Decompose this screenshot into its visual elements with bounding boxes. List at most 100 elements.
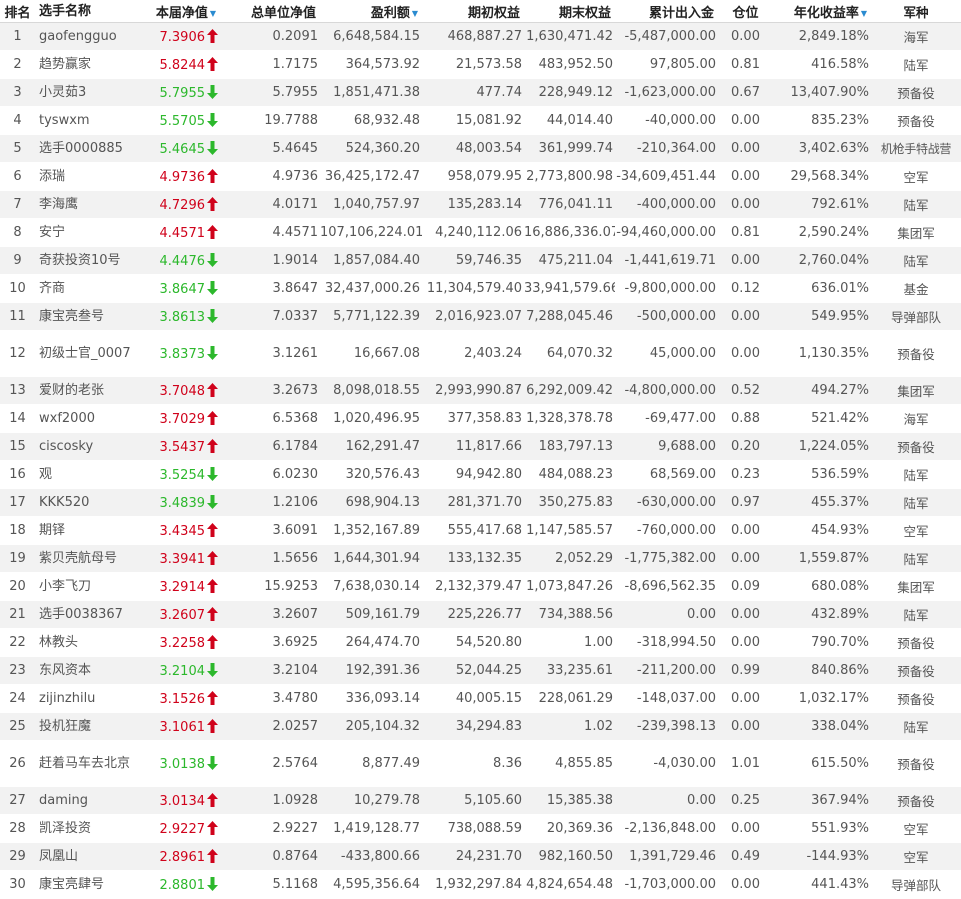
rank-cell: 1: [0, 22, 35, 51]
unit-nav-cell: 7.0337: [220, 302, 320, 331]
player-name-link[interactable]: 凤凰山: [35, 842, 143, 871]
player-name-link[interactable]: 投机狂魔: [35, 712, 143, 741]
table-row[interactable]: 29 凤凰山 2.8961 0.8764 -433,800.66 24,231.70 982…: [0, 842, 961, 871]
rank-cell: 27: [0, 786, 35, 815]
net-flow-cell: -4,030.00: [615, 740, 718, 787]
player-name-link[interactable]: 期铎: [35, 516, 143, 545]
table-row[interactable]: 15 ciscosky 3.5437 6.1784 162,291.47 11,817.6…: [0, 432, 961, 461]
table-row[interactable]: 16 观 3.5254 6.0230 320,576.43 94,942.80 484,08…: [0, 460, 961, 489]
table-row[interactable]: 8 安宁 4.4571 4.4571 107,106,224.01 4,240,112.0…: [0, 218, 961, 247]
rank-cell: 4: [0, 106, 35, 135]
table-row[interactable]: 27 daming 3.0134 1.0928 10,279.78 5,105.60 15,…: [0, 786, 961, 815]
player-name-link[interactable]: 安宁: [35, 218, 143, 247]
player-name-link[interactable]: zijinzhilu: [35, 684, 143, 713]
net-flow-cell: -318,994.50: [615, 628, 718, 657]
player-name-link[interactable]: 赶着马车去北京: [35, 740, 143, 787]
army-cell: 机枪手特战营: [871, 134, 961, 163]
col-header-rank[interactable]: 排名: [0, 0, 35, 23]
player-name-link[interactable]: 李海鹰: [35, 190, 143, 219]
player-name-link[interactable]: 观: [35, 460, 143, 489]
col-header-army[interactable]: 军种: [871, 0, 961, 23]
nav-value: 3.4839: [159, 495, 206, 511]
table-row[interactable]: 1 gaofengguo 7.3906 0.2091 6,648,584.15 468,8…: [0, 22, 961, 51]
col-header-name[interactable]: 选手名称: [35, 0, 143, 23]
player-name-link[interactable]: wxf2000: [35, 404, 143, 433]
table-row[interactable]: 12 初级士官_0007 3.8373 3.1261 16,667.08 2,403.24…: [0, 330, 961, 377]
table-row[interactable]: 6 添瑞 4.9736 4.9736 36,425,172.47 958,079.95 2,…: [0, 162, 961, 191]
player-name-link[interactable]: 初级士官_0007: [35, 330, 143, 377]
player-name-link[interactable]: 选手0038367: [35, 600, 143, 629]
table-row[interactable]: 25 投机狂魔 3.1061 2.0257 205,104.32 34,294.83 1.0…: [0, 712, 961, 741]
table-row[interactable]: 10 齐商 3.8647 3.8647 32,437,000.26 11,304,579.…: [0, 274, 961, 303]
table-row[interactable]: 14 wxf2000 3.7029 6.5368 1,020,496.95 377,358…: [0, 404, 961, 433]
position-cell: 0.81: [718, 218, 773, 247]
table-row[interactable]: 18 期铎 3.4345 3.6091 1,352,167.89 555,417.68 1,…: [0, 516, 961, 545]
player-name-link[interactable]: tyswxm: [35, 106, 143, 135]
table-row[interactable]: 24 zijinzhilu 3.1526 3.4780 336,093.14 40,005…: [0, 684, 961, 713]
player-name-link[interactable]: 林教头: [35, 628, 143, 657]
col-header-profit[interactable]: 盈利额 ▼: [320, 0, 422, 23]
table-row[interactable]: 13 爱财的老张 3.7048 3.2673 8,098,018.55 2,993,990…: [0, 376, 961, 405]
player-name-link[interactable]: 凯泽投资: [35, 814, 143, 843]
player-name-link[interactable]: 康宝亮肆号: [35, 870, 143, 899]
player-name-link[interactable]: 东风资本: [35, 656, 143, 685]
arrow-down-icon: [207, 494, 218, 509]
table-row[interactable]: 21 选手0038367 3.2607 3.2607 509,161.79 225,226…: [0, 600, 961, 629]
player-name-link[interactable]: 康宝亮叁号: [35, 302, 143, 331]
rank-cell: 23: [0, 656, 35, 685]
col-header-net-flow[interactable]: 累计出入金: [615, 0, 718, 23]
table-row[interactable]: 20 小李飞刀 3.2914 15.9253 7,638,030.14 2,132,379…: [0, 572, 961, 601]
table-row[interactable]: 30 康宝亮肆号 2.8801 5.1168 4,595,356.64 1,932,297…: [0, 870, 961, 899]
end-equity-cell: 228,061.29: [524, 684, 615, 713]
table-row[interactable]: 4 tyswxm 5.5705 19.7788 68,932.48 15,081.92 44…: [0, 106, 961, 135]
table-body: 1 gaofengguo 7.3906 0.2091 6,648,584.15 468,8…: [0, 22, 961, 899]
player-name-link[interactable]: daming: [35, 786, 143, 815]
table-row[interactable]: 17 KKK520 3.4839 1.2106 698,904.13 281,371.70…: [0, 488, 961, 517]
player-name-link[interactable]: KKK520: [35, 488, 143, 517]
col-header-start-equity[interactable]: 期初权益: [422, 0, 524, 23]
nav-cell: 3.4345: [143, 516, 220, 545]
end-equity-cell: 350,275.83: [524, 488, 615, 517]
player-name-link[interactable]: 奇获投资10号: [35, 246, 143, 275]
player-name-link[interactable]: 小李飞刀: [35, 572, 143, 601]
player-name-link[interactable]: 添瑞: [35, 162, 143, 191]
end-equity-cell: 1.00: [524, 628, 615, 657]
table-row[interactable]: 28 凯泽投资 2.9227 2.9227 1,419,128.77 738,088.59…: [0, 814, 961, 843]
unit-nav-cell: 0.2091: [220, 22, 320, 51]
player-name-link[interactable]: 趋势赢家: [35, 50, 143, 79]
col-header-unit-nav[interactable]: 总单位净值: [220, 0, 320, 23]
player-name-link[interactable]: 爱财的老张: [35, 376, 143, 405]
table-row[interactable]: 9 奇获投资10号 4.4476 1.9014 1,857,084.40 59,746.3…: [0, 246, 961, 275]
player-name-link[interactable]: 选手0000885: [35, 134, 143, 163]
col-header-position[interactable]: 仓位: [718, 0, 773, 23]
army-cell: 陆军: [871, 488, 961, 517]
player-name-link[interactable]: 紫贝壳航母号: [35, 544, 143, 573]
player-name-link[interactable]: 小灵茹3: [35, 78, 143, 107]
net-flow-cell: -94,460,000.00: [615, 218, 718, 247]
army-cell: 集团军: [871, 218, 961, 247]
player-name-link[interactable]: ciscosky: [35, 432, 143, 461]
table-row[interactable]: 19 紫贝壳航母号 3.3941 1.5656 1,644,301.94 133,132.…: [0, 544, 961, 573]
nav-value: 5.7955: [159, 85, 206, 101]
col-header-nav[interactable]: 本届净值 ▼: [143, 0, 220, 23]
table-row[interactable]: 11 康宝亮叁号 3.8613 7.0337 5,771,122.39 2,016,923…: [0, 302, 961, 331]
start-equity-cell: 94,942.80: [422, 460, 524, 489]
player-name-link[interactable]: 齐商: [35, 274, 143, 303]
table-row[interactable]: 2 趋势赢家 5.8244 1.7175 364,573.92 21,573.58 483,…: [0, 50, 961, 79]
table-row[interactable]: 26 赶着马车去北京 3.0138 2.5764 8,877.49 8.36 4,855.8…: [0, 740, 961, 787]
arrow-down-icon: [207, 755, 218, 770]
table-row[interactable]: 22 林教头 3.2258 3.6925 264,474.70 54,520.80 1.00…: [0, 628, 961, 657]
player-name-link[interactable]: gaofengguo: [35, 22, 143, 51]
profit-cell: 4,595,356.64: [320, 870, 422, 899]
table-row[interactable]: 23 东风资本 3.2104 3.2104 192,391.36 52,044.25 33,…: [0, 656, 961, 685]
col-header-annual-return[interactable]: 年化收益率 ▼: [773, 0, 871, 23]
col-header-end-equity[interactable]: 期末权益: [524, 0, 615, 23]
annual-return-cell: 1,130.35%: [773, 330, 871, 377]
position-cell: 0.00: [718, 302, 773, 331]
table-row[interactable]: 5 选手0000885 5.4645 5.4645 524,360.20 48,003.5…: [0, 134, 961, 163]
nav-value: 3.1061: [159, 719, 206, 735]
end-equity-cell: 15,385.38: [524, 786, 615, 815]
table-row[interactable]: 3 小灵茹3 5.7955 5.7955 1,851,471.38 477.74 228,9…: [0, 78, 961, 107]
net-flow-cell: -1,703,000.00: [615, 870, 718, 899]
table-row[interactable]: 7 李海鹰 4.7296 4.0171 1,040,757.97 135,283.14 77…: [0, 190, 961, 219]
